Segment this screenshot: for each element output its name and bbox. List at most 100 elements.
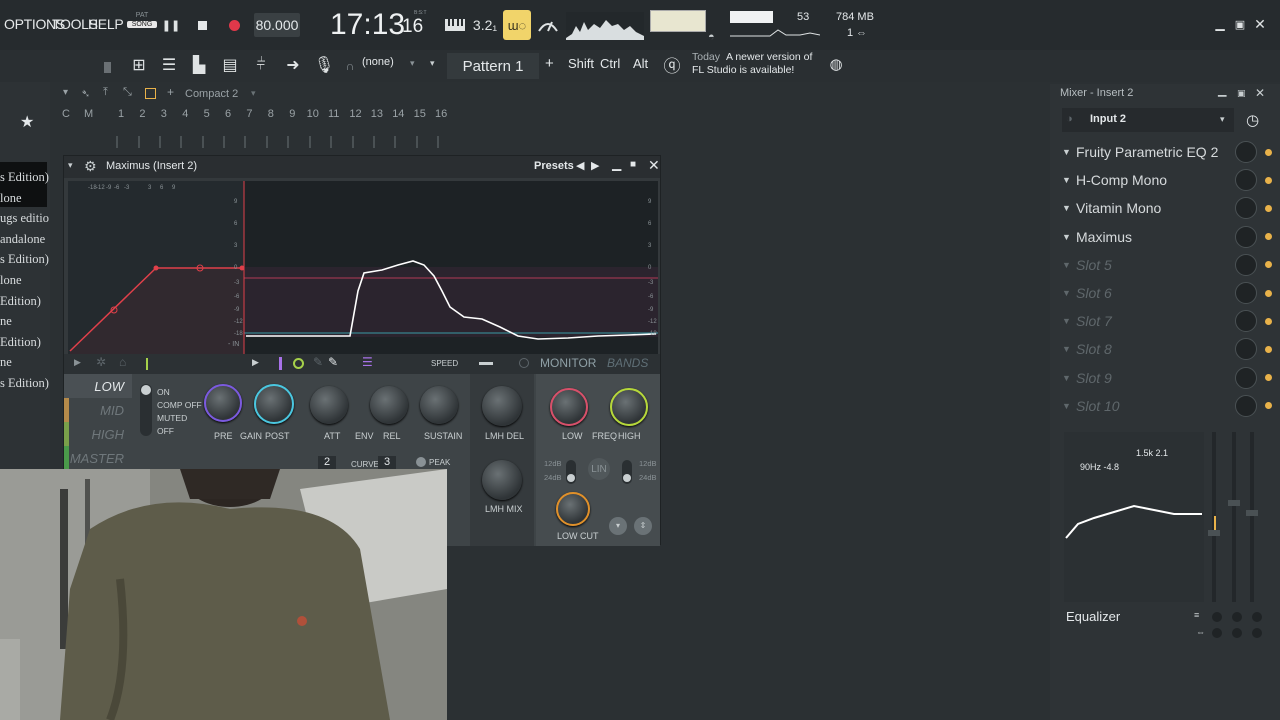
band-state-switch[interactable] [140,384,152,436]
news-text-line2[interactable]: FL Studio is available! [692,64,794,76]
browser-item[interactable]: s Edition) [0,252,49,267]
preset-prev-icon[interactable]: ◀ [576,159,584,172]
slot-mix-knob[interactable] [1235,197,1257,220]
plugin-maximize-icon[interactable]: ■ [630,159,636,170]
slot-enable-led[interactable] [1265,148,1272,156]
slot-name[interactable]: Slot 7 [1072,313,1235,329]
slot-enable-led[interactable] [1265,317,1272,325]
sustain-knob[interactable] [420,386,458,424]
record-button[interactable] [223,14,245,36]
effect-slot[interactable]: ▼ Slot 7 [1062,308,1272,334]
alt-key-button[interactable]: Alt [633,56,648,71]
playlist-button[interactable]: ⊞ [128,54,150,76]
curve-a-value[interactable]: 2 [318,456,336,470]
state-comp-off[interactable]: COMP OFF [157,399,202,412]
rack-filter-dropdown-icon[interactable]: ▾ [251,88,256,99]
browser-item[interactable]: ugs editio [0,211,49,226]
slot-mix-knob[interactable] [1235,169,1257,192]
slot-name[interactable]: Slot 10 [1072,398,1235,414]
release-knob[interactable] [370,386,408,424]
wait-for-input-button[interactable]: ɯ◌ [503,10,531,40]
slot-enable-led[interactable] [1265,261,1272,269]
high-freq-knob[interactable] [610,388,648,426]
plugin-titlebar[interactable]: ▾ ⚙ Maximus (Insert 2) Presets ◀ ▶ ▁ ■ ✕ [64,156,660,178]
slot-mix-knob[interactable] [1235,366,1257,389]
rack-group-icon[interactable] [145,88,156,99]
slot-menu-arrow-icon[interactable]: ▼ [1062,203,1072,213]
low-freq-knob[interactable] [550,388,588,426]
typing-keyboard-button[interactable] [443,14,467,36]
lock-icon[interactable]: ⌂ [119,355,126,369]
effect-slot[interactable]: ▼ Vitamin Mono [1062,195,1272,221]
draw-tool-icon[interactable]: ✎ [313,355,323,369]
slot-enable-led[interactable] [1265,374,1272,382]
band-high-tab[interactable]: HIGH [64,422,132,446]
circle-tool-icon[interactable] [293,358,304,369]
audio-input-button[interactable]: 🎙︎ [313,54,335,76]
effect-slot[interactable]: ▼ Slot 6 [1062,280,1272,306]
eq-mini-knob-6[interactable] [1252,628,1262,638]
effect-slot[interactable]: ▼ Slot 10 [1062,393,1272,419]
pencil-icon[interactable]: ✎ [328,355,338,369]
up-down-arrow-button[interactable]: ⇕ [634,517,652,535]
eq-fader-handle-high[interactable] [1246,510,1258,516]
effect-slot[interactable]: ▼ Maximus [1062,224,1272,250]
metronome-button[interactable] [536,14,560,36]
stereo-icon[interactable]: ⇔ [1196,627,1205,637]
pause-button[interactable]: ❚❚ [160,14,182,36]
slot-mix-knob[interactable] [1235,310,1257,333]
eq-fader-handle-low[interactable] [1208,530,1220,536]
high-slope-switch[interactable] [622,460,632,484]
slot-name[interactable]: Slot 9 [1072,370,1235,386]
down-arrow-button[interactable]: ▾ [609,517,627,535]
eq-fader-handle-mid[interactable] [1228,500,1240,506]
slot-enable-led[interactable] [1265,345,1272,353]
latency-clock-icon[interactable]: ◷ [1246,111,1259,129]
slot-name[interactable]: Slot 6 [1072,285,1235,301]
browser-item[interactable]: s Edition) [0,170,49,185]
plugin-close-icon[interactable]: ✕ [648,157,660,174]
rack-up-icon[interactable]: ⤒ [103,86,108,99]
browser-button[interactable]: ▤ [219,54,241,76]
mixer-minimize-icon[interactable]: ▁ [1218,84,1226,97]
slot-mix-knob[interactable] [1235,141,1257,163]
channel-rack-button[interactable]: ☰ [158,54,180,76]
slot-name[interactable]: Slot 5 [1072,257,1235,273]
browser-item[interactable]: ne [0,355,12,370]
stop-button[interactable] [191,14,213,36]
post-gain-knob[interactable] [254,384,294,424]
slot-menu-arrow-icon[interactable]: ▼ [1062,316,1072,326]
slot-mix-knob[interactable] [1235,394,1257,417]
state-muted[interactable]: MUTED [157,412,202,425]
slot-enable-led[interactable] [1265,233,1272,241]
lines-icon[interactable]: ☰ [362,355,373,369]
play-small-icon[interactable]: ▶ [74,357,81,368]
ctrl-key-button[interactable]: Ctrl [600,56,620,71]
browser-item[interactable]: andalone [0,232,45,247]
snap-selector[interactable]: 3.2₁ [472,14,498,36]
browser-item[interactable]: s Edition) [0,376,49,391]
attack-knob[interactable] [310,386,348,424]
tab-bands[interactable]: BANDS [607,356,648,370]
help-hint-button[interactable]: ⓠ [660,52,684,76]
low-slope-switch[interactable] [566,460,576,484]
state-on[interactable]: ON [157,386,202,399]
effect-slot[interactable]: ▼ H-Comp Mono [1062,167,1272,193]
piano-roll-button[interactable]: ▙ [188,54,210,76]
slot-menu-arrow-icon[interactable]: ▼ [1062,260,1072,270]
minimize-button[interactable]: ▁ [1212,16,1228,32]
slot-mix-knob[interactable] [1235,282,1257,304]
rack-arrow-icon[interactable]: ➴ [81,87,90,100]
recent-files-icon[interactable] [104,62,111,73]
slot-menu-arrow-icon[interactable]: ▼ [1062,288,1072,298]
slot-menu-arrow-icon[interactable]: ▼ [1062,373,1072,383]
band-mid-tab[interactable]: MID [64,398,132,422]
eq-mini-knob-4[interactable] [1212,628,1222,638]
news-text-line1[interactable]: A newer version of [726,51,812,63]
plugin-picker-button[interactable]: ➜ [282,54,304,76]
speed-knob[interactable] [519,358,529,368]
pattern-selector[interactable]: Pattern 1 [447,53,539,79]
slot-menu-arrow-icon[interactable]: ▼ [1062,147,1072,157]
eq-band-icon[interactable]: ≡ [1194,610,1199,620]
mixer-restore-icon[interactable]: ▣ [1237,88,1246,99]
